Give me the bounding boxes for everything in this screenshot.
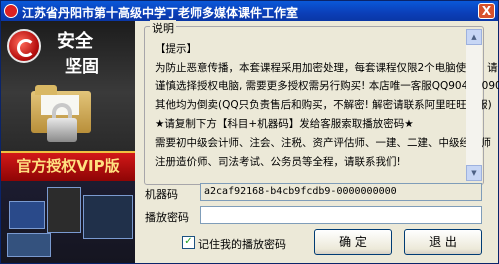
brand-logo-icon xyxy=(7,29,41,63)
scroll-down-icon[interactable]: ▼ xyxy=(466,165,482,181)
window-title: 江苏省丹阳市第十高级中学丁老师多媒体课件工作室 xyxy=(22,6,299,20)
screenshot-thumbnail xyxy=(9,201,45,229)
padlock-icon xyxy=(47,103,77,143)
screenshot-thumbnail xyxy=(7,233,51,257)
app-window: 江苏省丹阳市第十高级中学丁老师多媒体课件工作室 X 安全 坚固 官方授权VIP版… xyxy=(0,0,499,264)
notice-line: 注册造价师、司法考试、公务员等全程，请联系我们! xyxy=(155,156,401,168)
title-bar[interactable]: 江苏省丹阳市第十高级中学丁老师多媒体课件工作室 X xyxy=(1,1,498,21)
slogan-line1: 安全 xyxy=(57,31,93,52)
screenshots-collage xyxy=(1,181,135,263)
remember-password-label[interactable]: 记住我的播放密码 xyxy=(198,236,286,252)
notice-scrollbar[interactable]: ▲ ▼ xyxy=(466,29,482,181)
ok-button[interactable]: 确 定 xyxy=(314,229,392,255)
notice-line: 为防止恶意传播，本套课程采用加密处理，每套课程仅限2个电脑使用，请 xyxy=(155,62,498,74)
notice-line: ★请复制下方【科目+机器码】发给客服索取播放密码★ xyxy=(155,118,414,130)
notice-line: 谨慎选择授权电脑, 需要更多授权需另行购买! 本店唯一客服QQ904780902 xyxy=(155,80,499,92)
notice-line: 需要初中级会计师、注会、注税、资产评估师、一建、二建、中级经济师 xyxy=(155,137,491,149)
password-field[interactable] xyxy=(200,206,482,224)
license-panel: 说明 【提示】 为防止恶意传播，本套课程采用加密处理，每套课程仅限2个电脑使用，… xyxy=(135,20,499,263)
remember-password-checkbox[interactable]: ✓ xyxy=(182,236,195,249)
screenshot-thumbnail xyxy=(83,195,133,239)
vip-banner: 官方授权VIP版 xyxy=(1,151,135,181)
machine-code-label: 机器码 xyxy=(145,188,178,201)
password-label: 播放密码 xyxy=(145,211,189,224)
close-button[interactable]: X xyxy=(478,3,495,19)
app-icon xyxy=(4,4,18,18)
notice-line: 其他均为倒卖(QQ只负责售后和购买，不解密! 解密请联系阿里旺旺客服) xyxy=(155,99,492,111)
slogan-line2: 坚固 xyxy=(65,57,99,77)
promo-panel: 安全 坚固 官方授权VIP版 xyxy=(1,21,135,263)
notice-line: 【提示】 xyxy=(155,43,197,55)
notice-legend: 说明 xyxy=(150,20,176,36)
promo-top: 安全 坚固 xyxy=(1,21,135,151)
scroll-up-icon[interactable]: ▲ xyxy=(466,29,482,45)
notice-group: 说明 【提示】 为防止恶意传播，本套课程采用加密处理，每套课程仅限2个电脑使用，… xyxy=(144,20,499,185)
exit-button[interactable]: 退 出 xyxy=(404,229,482,255)
machine-code-field[interactable]: a2caf92168-b4cb9fcdb9-0000000000 xyxy=(200,183,482,201)
screenshot-thumbnail xyxy=(47,187,81,233)
